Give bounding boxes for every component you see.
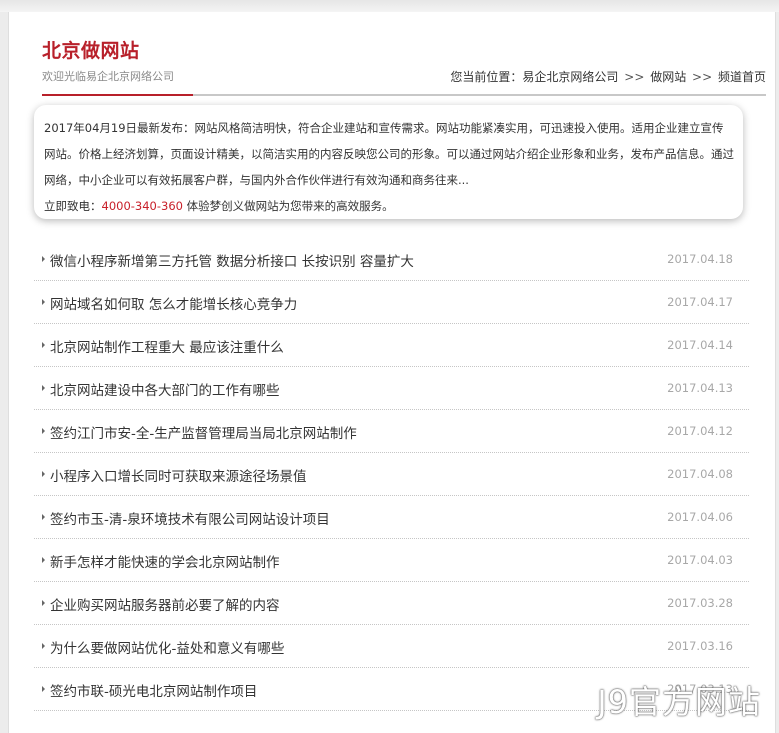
list-item[interactable]: 北京网站建设中各大部门的工作有哪些 2017.04.13 (34, 367, 749, 410)
article-title-link[interactable]: 签约市玉-清-泉环境技术有限公司网站设计项目 (50, 508, 330, 528)
article-title-link[interactable]: 微信小程序新增第三方托管 数据分析接口 长按识别 容量扩大 (50, 250, 414, 270)
breadcrumb-channel-link[interactable]: 频道首页 (718, 70, 766, 84)
breadcrumb-home-link[interactable]: 易企北京网络公司 (522, 70, 618, 84)
list-item[interactable]: 网站域名如何取 怎么才能增长核心竞争力 2017.04.17 (34, 281, 749, 324)
title-accent-underline (42, 94, 193, 96)
article-list: 微信小程序新增第三方托管 数据分析接口 长按识别 容量扩大 2017.04.18 网… (34, 238, 749, 711)
list-item[interactable]: 新手怎样才能快速的学会北京网站制作 2017.04.03 (34, 539, 749, 582)
call-label: 立即致电： (44, 199, 102, 213)
list-item[interactable]: 签约江门市安-全-生产监督管理局当局北京网站制作 2017.04.12 (34, 410, 749, 453)
bullet-arrow-icon (42, 256, 45, 262)
page-header: 北京做网站 欢迎光临易企北京网络公司 您当前位置：易企北京网络公司 >> 做网站… (42, 32, 766, 96)
article-title-link[interactable]: 小程序入口增长同时可获取来源途径场景值 (50, 465, 307, 485)
article-date: 2017.04.13 (667, 381, 733, 395)
article-title-link[interactable]: 企业购买网站服务器前必要了解的内容 (50, 594, 280, 614)
intro-text: 2017年04月19日最新发布：网站风格简洁明快，符合企业建站和宣传需求。网站功… (44, 121, 734, 187)
intro-box: 2017年04月19日最新发布：网站风格简洁明快，符合企业建站和宣传需求。网站功… (34, 105, 743, 219)
page-subtitle: 欢迎光临易企北京网络公司 (42, 70, 174, 83)
watermark: J9官方网站 (597, 683, 761, 721)
bullet-arrow-icon (42, 600, 45, 606)
article-date: 2017.04.03 (667, 553, 733, 567)
article-date: 2017.04.18 (667, 252, 733, 266)
bullet-arrow-icon (42, 686, 45, 692)
breadcrumb-separator: >> (624, 70, 645, 84)
bullet-arrow-icon (42, 428, 45, 434)
bullet-arrow-icon (42, 385, 45, 391)
list-item[interactable]: 签约市玉-清-泉环境技术有限公司网站设计项目 2017.04.06 (34, 496, 749, 539)
breadcrumb-prefix: 您当前位置： (450, 70, 523, 84)
breadcrumb: 您当前位置：易企北京网络公司 >> 做网站 >> 频道首页 (450, 68, 766, 85)
list-item[interactable]: 企业购买网站服务器前必要了解的内容 2017.03.28 (34, 582, 749, 625)
article-title-link[interactable]: 新手怎样才能快速的学会北京网站制作 (50, 551, 280, 571)
bullet-arrow-icon (42, 342, 45, 348)
article-title-link[interactable]: 签约市联-硕光电北京网站制作项目 (50, 680, 257, 700)
article-date: 2017.04.06 (667, 510, 733, 524)
intro-call-line: 立即致电：4000-340-360 体验梦创义做网站为您带来的高效服务。 (44, 193, 735, 219)
breadcrumb-section-link[interactable]: 做网站 (650, 70, 686, 84)
article-date: 2017.04.08 (667, 467, 733, 481)
list-item[interactable]: 北京网站制作工程重大 最应该注重什么 2017.04.14 (34, 324, 749, 367)
phone-number: 4000-340-360 (101, 199, 183, 213)
top-shadow-bar (0, 0, 779, 12)
bullet-arrow-icon (42, 557, 45, 563)
bullet-arrow-icon (42, 514, 45, 520)
bullet-arrow-icon (42, 471, 45, 477)
article-date: 2017.04.14 (667, 338, 733, 352)
article-date: 2017.04.12 (667, 424, 733, 438)
bullet-arrow-icon (42, 299, 45, 305)
list-item[interactable]: 小程序入口增长同时可获取来源途径场景值 2017.04.08 (34, 453, 749, 496)
article-date: 2017.03.16 (667, 639, 733, 653)
article-title-link[interactable]: 签约江门市安-全-生产监督管理局当局北京网站制作 (50, 422, 357, 442)
article-title-link[interactable]: 网站域名如何取 怎么才能增长核心竞争力 (50, 293, 297, 313)
article-title-link[interactable]: 北京网站建设中各大部门的工作有哪些 (50, 379, 280, 399)
bullet-arrow-icon (42, 643, 45, 649)
article-title-link[interactable]: 为什么要做网站优化-益处和意义有哪些 (50, 637, 284, 657)
list-item[interactable]: 微信小程序新增第三方托管 数据分析接口 长按识别 容量扩大 2017.04.18 (34, 238, 749, 281)
page-title: 北京做网站 (42, 40, 140, 62)
article-title-link[interactable]: 北京网站制作工程重大 最应该注重什么 (50, 336, 284, 356)
article-date: 2017.03.28 (667, 596, 733, 610)
call-suffix: 体验梦创义做网站为您带来的高效服务。 (182, 199, 394, 213)
list-item[interactable]: 为什么要做网站优化-益处和意义有哪些 2017.03.16 (34, 625, 749, 668)
breadcrumb-separator: >> (692, 70, 713, 84)
article-date: 2017.04.17 (667, 295, 733, 309)
